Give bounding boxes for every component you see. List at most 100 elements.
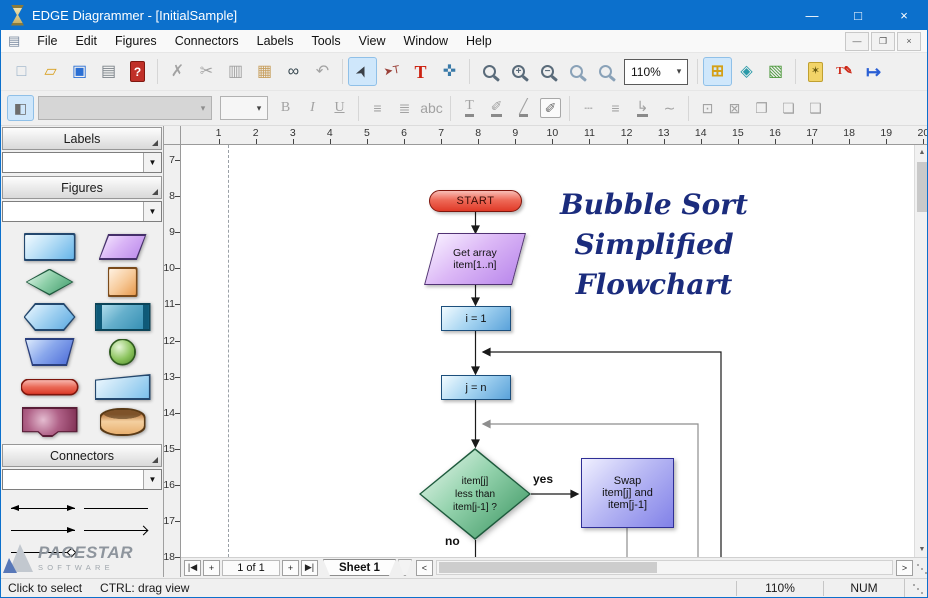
menu-file[interactable]: File xyxy=(28,30,66,52)
close-button[interactable]: × xyxy=(881,0,927,30)
menu-tools[interactable]: Tools xyxy=(302,30,349,52)
touch-select-tool-button[interactable]: ✜ xyxy=(435,57,464,86)
bold-button[interactable]: B xyxy=(272,95,299,121)
figure-hexagon[interactable] xyxy=(13,302,86,332)
ungroup-button[interactable]: ⊠ xyxy=(721,95,748,121)
align-left-button[interactable]: ≡ xyxy=(364,95,391,121)
panel-toggle-button[interactable]: ◧ xyxy=(7,95,34,121)
curve-style-button[interactable]: ∼ xyxy=(656,95,683,121)
grid-toggle-button[interactable]: ⊞ xyxy=(703,57,732,86)
help-button[interactable]: ? xyxy=(123,57,152,86)
italic-button[interactable]: I xyxy=(299,95,326,121)
connector-style-button[interactable]: ↦ xyxy=(859,57,888,86)
flowchart-decision-node[interactable]: item[j] less than item[j-1] ? xyxy=(419,448,531,540)
bring-forward-button[interactable]: ❐ xyxy=(748,95,775,121)
menu-view[interactable]: View xyxy=(350,30,395,52)
flowchart-init-i-node[interactable]: i = 1 xyxy=(441,306,511,331)
group-button[interactable]: ⊡ xyxy=(694,95,721,121)
drawing-canvas[interactable]: START Get array item[1..n] i = 1 j = n i… xyxy=(181,145,914,557)
window-resize-grip[interactable] xyxy=(904,579,927,598)
edge-label-no[interactable]: no xyxy=(445,534,460,548)
menu-figures[interactable]: Figures xyxy=(106,30,166,52)
connector-double-arrow[interactable] xyxy=(11,501,84,516)
flowchart-start-node[interactable]: START xyxy=(429,190,522,212)
format-painter-button[interactable]: ✐ xyxy=(537,95,564,121)
zoom-in-button[interactable]: + xyxy=(504,57,533,86)
minimize-button[interactable]: — xyxy=(789,0,835,30)
scroll-right-button[interactable]: > xyxy=(896,560,913,576)
undo-button[interactable]: ↶ xyxy=(308,57,337,86)
text-color-button[interactable]: T xyxy=(456,95,483,121)
cut-button[interactable]: ✂ xyxy=(192,57,221,86)
arrange-button[interactable]: ❑ xyxy=(802,95,829,121)
labels-section-header[interactable]: Labels xyxy=(2,127,162,150)
flowchart-init-j-node[interactable]: j = n xyxy=(441,375,511,400)
menu-edit[interactable]: Edit xyxy=(66,30,106,52)
save-button[interactable]: ▣ xyxy=(65,57,94,86)
insert-picture-button[interactable]: ▧ xyxy=(761,57,790,86)
last-page-button[interactable]: ▶| xyxy=(301,560,318,576)
figure-document[interactable] xyxy=(13,407,86,437)
abc-spelling-button[interactable]: abc xyxy=(418,95,445,121)
figures-section-header[interactable]: Figures xyxy=(2,176,162,199)
horizontal-scrollbar[interactable] xyxy=(436,560,893,575)
text-style-button[interactable]: T✎ xyxy=(830,57,859,86)
figure-terminator[interactable] xyxy=(13,372,86,402)
vertical-scrollbar[interactable]: ▲ ▼ xyxy=(914,145,928,557)
menu-window[interactable]: Window xyxy=(395,30,457,52)
flowchart-input-node[interactable]: Get array item[1..n] xyxy=(424,233,526,285)
labels-style-dropdown[interactable]: ▼ xyxy=(2,152,162,173)
dropdown-arrow-icon[interactable]: ▼ xyxy=(143,470,161,489)
mdi-close-button[interactable]: × xyxy=(897,32,921,51)
send-backward-button[interactable]: ❏ xyxy=(775,95,802,121)
figure-sphere[interactable] xyxy=(86,337,159,367)
underline-button[interactable]: U xyxy=(326,95,353,121)
figure-parallelogram[interactable] xyxy=(86,232,159,262)
dropdown-arrow-icon[interactable]: ▼ xyxy=(143,202,161,221)
find-button[interactable]: ∞ xyxy=(279,57,308,86)
dash-style-button[interactable]: ┄ xyxy=(575,95,602,121)
insert-figure-button[interactable]: ◈ xyxy=(732,57,761,86)
delete-button[interactable]: ✗ xyxy=(163,57,192,86)
line-color-button[interactable]: ╱ xyxy=(510,95,537,121)
horizontal-scrollbar-thumb[interactable] xyxy=(439,562,657,573)
figure-rectangle[interactable] xyxy=(13,232,86,262)
new-sheet-tab[interactable] xyxy=(398,559,412,576)
connector-plain-line[interactable] xyxy=(84,501,157,516)
diagram-title-text[interactable]: Bubble Sort Simplified Flowchart xyxy=(549,185,759,305)
connector-lines[interactable] xyxy=(181,145,914,557)
zoom-level-combo[interactable]: 110% ▾ xyxy=(624,59,688,85)
edge-label-yes[interactable]: yes xyxy=(533,472,553,486)
flowchart-swap-node[interactable]: Swap item[j] and item[j-1] xyxy=(581,458,674,528)
dropdown-arrow-icon[interactable]: ▼ xyxy=(143,153,161,172)
scroll-left-button[interactable]: < xyxy=(416,560,433,576)
fill-color-button[interactable]: ✐ xyxy=(483,95,510,121)
connector-type-button[interactable]: ↳ xyxy=(629,95,656,121)
connector-thin-arrow[interactable] xyxy=(84,523,157,538)
options-button[interactable]: ✶ xyxy=(801,57,830,86)
select-text-tool-button[interactable]: ➤T xyxy=(377,57,406,86)
zoom-selection-button[interactable] xyxy=(591,57,620,86)
first-page-button[interactable]: |◀ xyxy=(184,560,201,576)
maximize-button[interactable]: □ xyxy=(835,0,881,30)
open-button[interactable]: ▱ xyxy=(36,57,65,86)
sheet-tab[interactable]: Sheet 1 xyxy=(323,559,396,576)
new-button[interactable]: □ xyxy=(7,57,36,86)
zoom-out-button[interactable]: − xyxy=(533,57,562,86)
menu-help[interactable]: Help xyxy=(457,30,501,52)
figure-card[interactable] xyxy=(86,372,159,402)
add-page-before-button[interactable]: + xyxy=(203,560,220,576)
figures-style-dropdown[interactable]: ▼ xyxy=(2,201,162,222)
connector-solid-arrow[interactable] xyxy=(11,523,84,538)
copy-button[interactable]: ▥ xyxy=(221,57,250,86)
figure-trapezoid[interactable] xyxy=(13,337,86,367)
figure-framed-rectangle[interactable] xyxy=(86,302,159,332)
mdi-minimize-button[interactable]: — xyxy=(845,32,869,51)
paste-button[interactable]: ▦ xyxy=(250,57,279,86)
mdi-restore-button[interactable]: ❐ xyxy=(871,32,895,51)
zoom-page-button[interactable] xyxy=(562,57,591,86)
text-tool-button[interactable]: T xyxy=(406,57,435,86)
menu-connectors[interactable]: Connectors xyxy=(166,30,248,52)
add-page-after-button[interactable]: + xyxy=(282,560,299,576)
print-button[interactable]: ▤ xyxy=(94,57,123,86)
